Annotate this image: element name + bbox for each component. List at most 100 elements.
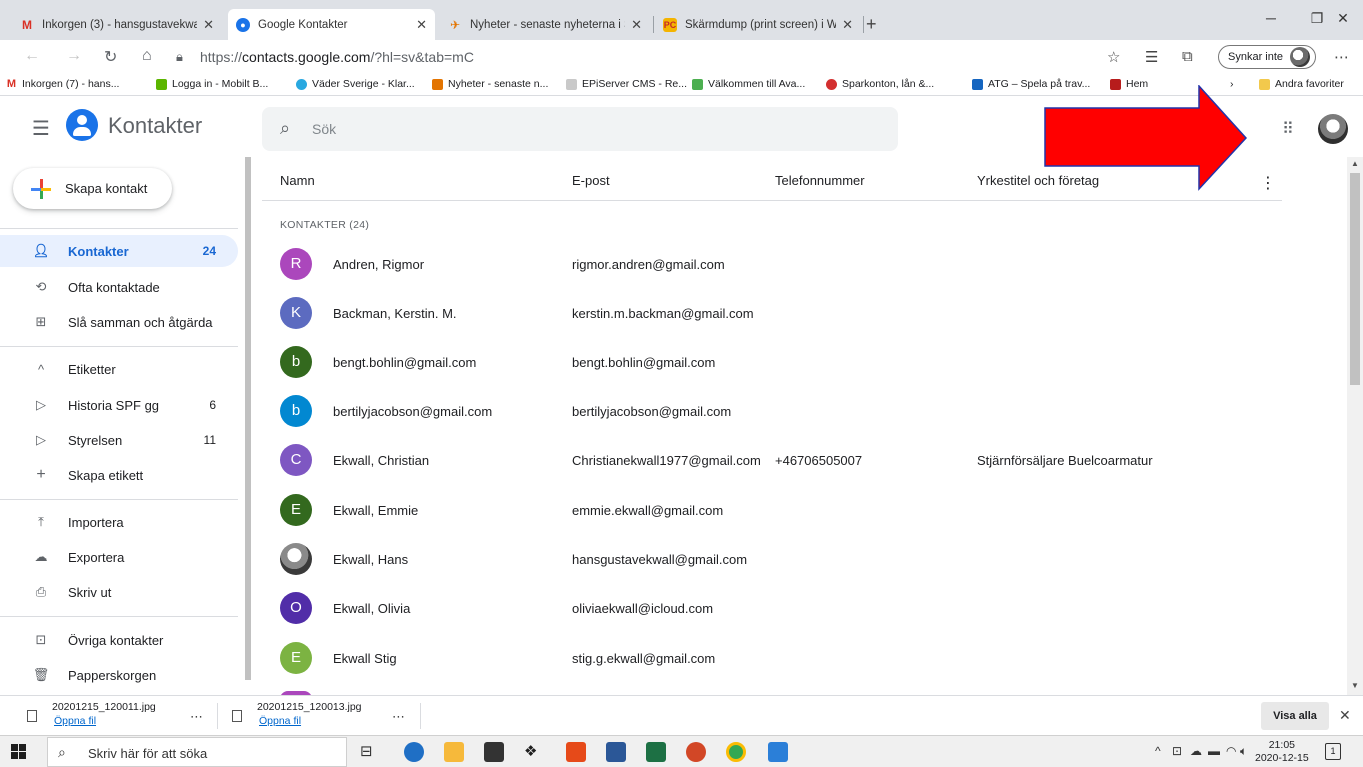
task-view-icon[interactable]: ⊟: [360, 742, 380, 762]
hamburger-menu-icon[interactable]: ☰: [32, 116, 50, 141]
dropbox-icon[interactable]: ❖: [524, 742, 544, 762]
download-item[interactable]: 20201215_120013.jpg Öppna fil ⋯: [232, 701, 417, 731]
new-tab-icon[interactable]: +: [866, 14, 877, 35]
table-row[interactable]: R Andren, Rigmor rigmor.andren@gmail.com: [262, 240, 1282, 289]
close-download-bar-icon[interactable]: ✕: [1339, 707, 1351, 724]
address-field[interactable]: https://contacts.google.com/?hl=sv&tab=m…: [200, 49, 474, 65]
more-options-icon[interactable]: ⋯: [392, 709, 405, 725]
taskbar-search-input[interactable]: ⌕ Skriv här för att söka: [47, 737, 347, 767]
sidebar-scrollbar[interactable]: [245, 157, 251, 680]
table-row[interactable]: Ekwall, Hans hansgustavekwall@gmail.com: [262, 535, 1282, 584]
avatar: C: [280, 444, 312, 476]
powerpoint-icon[interactable]: [686, 742, 706, 762]
show-all-button[interactable]: Visa alla: [1261, 702, 1329, 730]
chevron-up-icon[interactable]: ^: [1155, 744, 1161, 758]
volume-icon[interactable]: 🔈︎: [1240, 744, 1247, 759]
close-tab-icon[interactable]: ✕: [416, 17, 427, 33]
home-icon[interactable]: ⌂: [142, 47, 152, 65]
office-icon[interactable]: [566, 742, 586, 762]
file-explorer-icon[interactable]: [444, 742, 464, 762]
favorite-item[interactable]: Väder Sverige - Klar...: [296, 78, 415, 90]
table-row[interactable]: O Ekwall, Olivia oliviaekwall@icloud.com: [262, 584, 1282, 633]
tab-nyheter[interactable]: ✈ Nyheter - senaste nyheterna i Sv ✕: [440, 9, 650, 40]
google-apps-grid-icon[interactable]: ⠿: [1282, 119, 1294, 139]
tab-skarmdump[interactable]: PC Skärmdump (print screen) i Wind ✕: [655, 9, 861, 40]
label-icon: ▷: [36, 397, 46, 412]
scrollbar-thumb[interactable]: [1350, 173, 1360, 385]
sidebar-item-skapa-etikett[interactable]: + Skapa etikett: [0, 459, 238, 491]
tab-google-contacts[interactable]: ● Google Kontakter ✕: [228, 9, 435, 40]
battery-icon[interactable]: ▬: [1208, 744, 1220, 758]
sidebar-item-sla-samman[interactable]: ⊞ Slå samman och åtgärda: [0, 306, 238, 338]
sidebar-item-importera[interactable]: ⤒ Importera: [0, 506, 238, 538]
lock-icon[interactable]: 🔒︎: [176, 49, 183, 65]
column-header-telefon[interactable]: Telefonnummer: [775, 173, 865, 188]
calculator-icon[interactable]: [768, 742, 788, 762]
word-icon[interactable]: [606, 742, 626, 762]
close-tab-icon[interactable]: ✕: [203, 17, 214, 33]
sidebar-item-styrelsen[interactable]: ▷ Styrelsen 11: [0, 424, 238, 456]
table-row[interactable]: E Ekwall, Emmie emmie.ekwall@gmail.com: [262, 486, 1282, 535]
sync-profile-button[interactable]: Synkar inte: [1218, 45, 1316, 69]
tab-gmail[interactable]: M Inkorgen (3) - hansgustavekwall@ ✕: [12, 9, 222, 40]
wifi-icon[interactable]: ◠: [1226, 744, 1236, 758]
open-file-link[interactable]: Öppna fil: [259, 715, 301, 727]
windows-start-icon[interactable]: [11, 744, 26, 759]
forward-icon[interactable]: →: [66, 47, 82, 65]
close-tab-icon[interactable]: ✕: [631, 17, 642, 33]
table-row[interactable]: K Backman, Kerstin. M. kerstin.m.backman…: [262, 289, 1282, 338]
minimize-icon[interactable]: ─: [1248, 10, 1294, 26]
more-options-icon[interactable]: ⋯: [190, 709, 203, 725]
close-window-icon[interactable]: ✕: [1320, 10, 1363, 27]
close-tab-icon[interactable]: ✕: [842, 17, 853, 33]
more-vert-icon[interactable]: ⋮: [1260, 173, 1276, 193]
system-clock[interactable]: 21:05 2020-12-15: [1255, 739, 1309, 765]
table-row[interactable]: C Ekwall, Christian Christianekwall1977@…: [262, 436, 1282, 485]
sidebar-item-etiketter[interactable]: ^ Etiketter: [0, 353, 238, 385]
sidebar-item-ovriga-kontakter[interactable]: ⊡ Övriga kontakter: [0, 624, 238, 656]
favorite-item[interactable]: EPiServer CMS - Re...: [566, 78, 687, 90]
onedrive-icon[interactable]: ☁: [1190, 744, 1202, 758]
column-header-epost[interactable]: E-post: [572, 173, 610, 188]
favorite-item[interactable]: Logga in - Mobilt B...: [156, 78, 268, 90]
sidebar-item-ofta-kontaktade[interactable]: ⟲ Ofta kontaktade: [0, 271, 238, 303]
back-icon[interactable]: ←: [24, 47, 40, 65]
favorite-item[interactable]: Nyheter - senaste n...: [432, 78, 548, 90]
favorites-list-icon[interactable]: ☰: [1145, 48, 1158, 66]
sidebar-item-exportera[interactable]: ☁ Exportera: [0, 541, 238, 573]
chrome-icon[interactable]: [726, 742, 746, 762]
other-favorites[interactable]: Andra favoriter: [1259, 78, 1344, 90]
search-input[interactable]: ⌕ Sök: [262, 107, 898, 151]
table-row[interactable]: E Ekwall Stig stig.g.ekwall@gmail.com: [262, 634, 1282, 683]
section-label: KONTAKTER (24): [280, 219, 370, 231]
sidebar-item-papperskorgen[interactable]: 🗑︎ Papperskorgen: [0, 659, 238, 691]
page-scrollbar[interactable]: ▲ ▼: [1347, 157, 1363, 695]
favorite-item[interactable]: M Inkorgen (7) - hans...: [6, 78, 120, 90]
table-row[interactable]: b bertilyjacobson@gmail.com bertilyjacob…: [262, 387, 1282, 436]
column-header-namn[interactable]: Namn: [280, 173, 315, 188]
sidebar-item-kontakter[interactable]: 👤︎ Kontakter 24: [0, 235, 238, 267]
create-contact-button[interactable]: Skapa kontakt: [13, 168, 172, 209]
notification-center-icon[interactable]: 1: [1325, 743, 1341, 760]
sidebar-item-historia-spf[interactable]: ▷ Historia SPF gg 6: [0, 389, 238, 421]
favorite-item[interactable]: Sparkonton, lån &...: [826, 78, 934, 90]
download-item[interactable]: 20201215_120011.jpg Öppna fil ⋯: [27, 701, 212, 731]
favorite-item[interactable]: Välkommen till Ava...: [692, 78, 805, 90]
tray-app-icon[interactable]: ⊡: [1172, 744, 1182, 758]
account-avatar[interactable]: [1318, 114, 1348, 144]
reload-icon[interactable]: ↻: [104, 47, 117, 67]
store-icon[interactable]: [484, 742, 504, 762]
collections-icon[interactable]: ⧉: [1182, 48, 1193, 65]
scroll-down-icon[interactable]: ▼: [1351, 681, 1359, 690]
favorite-star-icon[interactable]: ☆: [1107, 48, 1120, 66]
contacts-icon: ●: [236, 17, 250, 32]
scroll-up-icon[interactable]: ▲: [1351, 159, 1359, 168]
favorite-label: Nyheter - senaste n...: [448, 78, 549, 90]
more-menu-icon[interactable]: ⋯: [1334, 48, 1349, 66]
open-file-link[interactable]: Öppna fil: [54, 715, 96, 727]
sidebar-item-skriv-ut[interactable]: ⎙ Skriv ut: [0, 576, 238, 608]
person-icon: 👤︎: [32, 243, 50, 258]
table-row[interactable]: b bengt.bohlin@gmail.com bengt.bohlin@gm…: [262, 338, 1282, 387]
excel-icon[interactable]: [646, 742, 666, 762]
edge-icon[interactable]: [404, 742, 424, 762]
